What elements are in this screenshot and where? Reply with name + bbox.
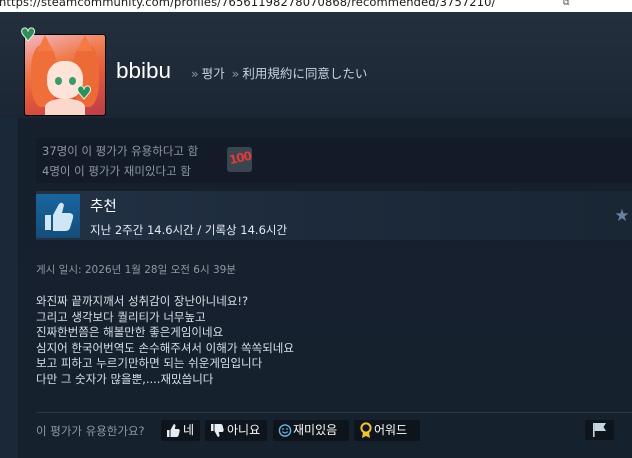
thumbs-down-icon bbox=[209, 420, 227, 441]
vote-funny-button[interactable]: 재미있음 bbox=[273, 420, 349, 441]
vote-header: 추천 지난 2주간 14.6시간 / 기록상 14.6시간 ★ bbox=[36, 191, 632, 240]
thumbs-up-icon bbox=[36, 194, 80, 238]
award-button[interactable]: 어워드 bbox=[354, 420, 420, 441]
url-text: https://steamcommunity.com/profiles/7656… bbox=[0, 0, 496, 9]
heart-icon: ♥ bbox=[76, 83, 93, 104]
review-text: 와진짜 끝까지깨서 성취감이 장난아니네요!? 그리고 생각보다 퀄리티가 너무… bbox=[36, 294, 616, 387]
avatar[interactable]: ♥ ♥ bbox=[20, 26, 108, 118]
vote-no-button[interactable]: 아니요 bbox=[205, 420, 267, 441]
review-line: 진짜한번쯤은 해볼만한 좋은게임이네요 bbox=[36, 325, 224, 339]
external-link-icon[interactable]: ⧉ bbox=[563, 0, 569, 9]
helpful-count: 37명이 이 평가가 유용하다고 함 bbox=[42, 144, 199, 158]
thumbs-up-icon bbox=[165, 420, 183, 441]
posted-date: 게시 일시: 2026년 1월 28일 오전 6시 39분 bbox=[36, 264, 236, 276]
hundred-points-icon[interactable]: 100 bbox=[227, 147, 252, 172]
review-line: 심지어 한국어번역도 손수해주셔서 이해가 쏙쏙되네요 bbox=[36, 340, 294, 355]
flag-icon bbox=[591, 420, 609, 441]
report-flag-button[interactable] bbox=[585, 420, 614, 440]
profile-header: ♥ ♥ bbibu » 평가 » 利用規約に同意したい bbox=[0, 12, 632, 118]
helpful-question: 이 평가가 유용한가요? bbox=[36, 424, 145, 438]
funny-count: 4명이 이 평가가 재미있다고 함 bbox=[42, 164, 191, 178]
breadcrumb-game-link[interactable]: 利用規約に同意したい bbox=[242, 66, 367, 81]
persona-name[interactable]: bbibu bbox=[116, 58, 171, 84]
review-line: 다만 그 숫자가 많을뿐,....재밌씁니다 bbox=[36, 371, 214, 386]
heart-icon: ♥ bbox=[20, 25, 37, 46]
vote-yes-button[interactable]: 네 bbox=[161, 420, 200, 441]
star-icon[interactable]: ★ bbox=[613, 207, 631, 225]
browser-url-bar[interactable]: https://steamcommunity.com/profiles/7656… bbox=[0, 0, 632, 12]
review-content: 37명이 이 평가가 유용하다고 함 4명이 이 평가가 재미있다고 함 100… bbox=[18, 118, 632, 458]
review-line: 와진짜 끝까지깨서 성취감이 장난아니네요!? bbox=[36, 294, 249, 308]
divider bbox=[36, 412, 632, 413]
review-verdict: 추천 bbox=[90, 199, 117, 215]
playtime-hours: 지난 2주간 14.6시간 / 기록상 14.6시간 bbox=[90, 223, 288, 237]
breadcrumb-reviews-link[interactable]: 평가 bbox=[202, 66, 225, 81]
rating-summary: 37명이 이 평가가 유용하다고 함 4명이 이 평가가 재미있다고 함 100 bbox=[36, 138, 632, 183]
review-line: 보고 피하고 누르기만하면 되는 쉬운게임입니다 bbox=[36, 356, 263, 370]
review-line: 그리고 생각보다 퀄리티가 너무높고 bbox=[36, 309, 206, 324]
breadcrumb: » 평가 » 利用規約に同意したい bbox=[191, 66, 368, 81]
avatar-image bbox=[25, 35, 105, 115]
